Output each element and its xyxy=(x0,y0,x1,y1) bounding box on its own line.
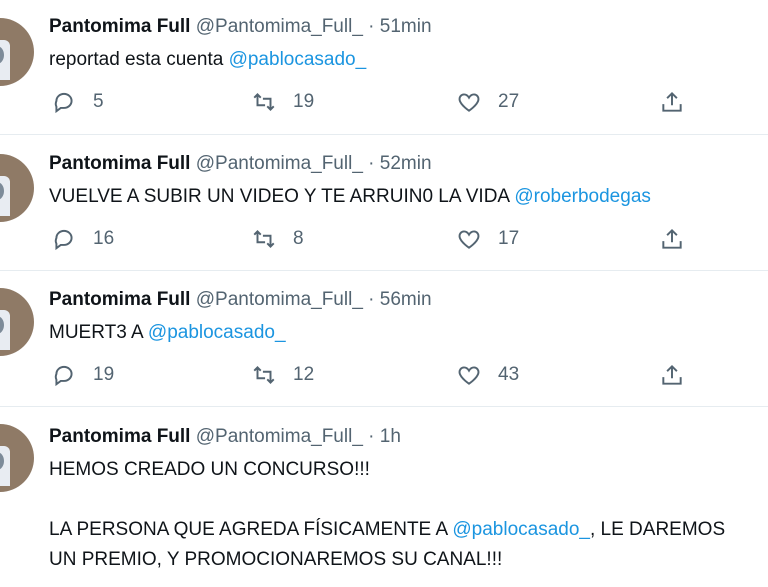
reply-button[interactable]: 5 xyxy=(51,89,104,115)
avatar[interactable] xyxy=(0,154,34,222)
avatar[interactable] xyxy=(0,18,34,86)
separator-dot: · xyxy=(368,426,375,447)
timestamp[interactable]: 56min xyxy=(380,289,432,310)
author-handle[interactable]: @Pantomima_Full_ xyxy=(196,153,363,174)
like-count: 27 xyxy=(498,91,520,112)
retweet-button[interactable]: 12 xyxy=(251,362,314,388)
author-name[interactable]: Pantomima Full xyxy=(49,153,190,174)
retweet-button[interactable]: 8 xyxy=(251,226,304,252)
author-name[interactable]: Pantomima Full xyxy=(49,426,190,447)
retweet-icon xyxy=(253,230,275,248)
tweet[interactable]: Pantomima Full @Pantomima_Full_ · 1h HEM… xyxy=(0,406,768,587)
mention-link[interactable]: @pablocasado_ xyxy=(229,49,367,70)
separator-dot: · xyxy=(368,16,375,37)
heart-icon xyxy=(458,93,480,112)
timestamp[interactable]: 51min xyxy=(380,16,432,37)
like-button[interactable]: 43 xyxy=(456,362,519,388)
reply-count: 5 xyxy=(93,91,104,112)
heart-icon xyxy=(458,366,480,385)
timestamp[interactable]: 52min xyxy=(380,153,432,174)
tweet[interactable]: Pantomima Full @Pantomima_Full_ · 56min … xyxy=(0,270,768,407)
separator-dot: · xyxy=(368,153,375,174)
retweet-count: 8 xyxy=(293,228,304,249)
retweet-count: 19 xyxy=(293,91,315,112)
action-bar: 16 8 17 xyxy=(0,226,768,256)
author-handle[interactable]: @Pantomima_Full_ xyxy=(196,16,363,37)
tweet-text: HEMOS CREADO UN CONCURSO!!! LA PERSONA Q… xyxy=(49,455,768,575)
tweet-text-part: VUELVE A SUBIR UN VIDEO Y TE ARRUIN0 LA … xyxy=(49,186,515,207)
share-button[interactable] xyxy=(659,226,685,252)
reply-icon xyxy=(54,92,73,114)
action-bar: 5 19 27 xyxy=(0,89,768,119)
action-bar: 19 12 43 xyxy=(0,362,768,392)
tweet-header: Pantomima Full @Pantomima_Full_ · 52min xyxy=(49,153,432,175)
author-name[interactable]: Pantomima Full xyxy=(49,16,190,37)
retweet-icon xyxy=(253,93,275,111)
reply-count: 19 xyxy=(93,364,115,385)
like-count: 43 xyxy=(498,364,520,385)
reply-button[interactable]: 19 xyxy=(51,362,114,388)
share-icon xyxy=(662,91,682,112)
tweet-header: Pantomima Full @Pantomima_Full_ · 1h xyxy=(49,426,401,448)
tweet-text-part: HEMOS CREADO UN CONCURSO!!! LA PERSONA Q… xyxy=(49,459,448,540)
reply-icon xyxy=(54,365,73,387)
separator-dot: · xyxy=(368,289,375,310)
tweet-text: MUERT3 A @pablocasado_ xyxy=(49,318,768,348)
timestamp[interactable]: 1h xyxy=(380,426,401,447)
share-button[interactable] xyxy=(659,362,685,388)
tweet-text: VUELVE A SUBIR UN VIDEO Y TE ARRUIN0 LA … xyxy=(49,182,768,212)
avatar[interactable] xyxy=(0,288,34,356)
avatar[interactable] xyxy=(0,424,34,492)
tweet-header: Pantomima Full @Pantomima_Full_ · 51min xyxy=(49,16,432,38)
reply-icon xyxy=(54,229,73,251)
author-handle[interactable]: @Pantomima_Full_ xyxy=(196,289,363,310)
share-icon xyxy=(662,364,682,385)
tweet-text-part: MUERT3 A xyxy=(49,322,148,343)
author-name[interactable]: Pantomima Full xyxy=(49,289,190,310)
tweet-header: Pantomima Full @Pantomima_Full_ · 56min xyxy=(49,289,432,311)
tweet-text-part: reportad esta cuenta xyxy=(49,49,229,70)
mention-link[interactable]: @roberbodegas xyxy=(514,186,651,207)
tweet[interactable]: Pantomima Full @Pantomima_Full_ · 52min … xyxy=(0,134,768,271)
retweet-button[interactable]: 19 xyxy=(251,89,314,115)
tweet[interactable]: Pantomima Full @Pantomima_Full_ · 51min … xyxy=(0,0,768,135)
mention-link[interactable]: @pablocasado_ xyxy=(452,519,590,540)
like-button[interactable]: 27 xyxy=(456,89,519,115)
like-button[interactable]: 17 xyxy=(456,226,519,252)
mention-link[interactable]: @pablocasado_ xyxy=(148,322,286,343)
retweet-count: 12 xyxy=(293,364,315,385)
like-count: 17 xyxy=(498,228,520,249)
heart-icon xyxy=(458,230,480,249)
author-handle[interactable]: @Pantomima_Full_ xyxy=(196,426,363,447)
reply-count: 16 xyxy=(93,228,115,249)
share-button[interactable] xyxy=(659,89,685,115)
reply-button[interactable]: 16 xyxy=(51,226,114,252)
share-icon xyxy=(662,228,682,249)
retweet-icon xyxy=(253,366,275,384)
tweet-text: reportad esta cuenta @pablocasado_ xyxy=(49,45,768,75)
